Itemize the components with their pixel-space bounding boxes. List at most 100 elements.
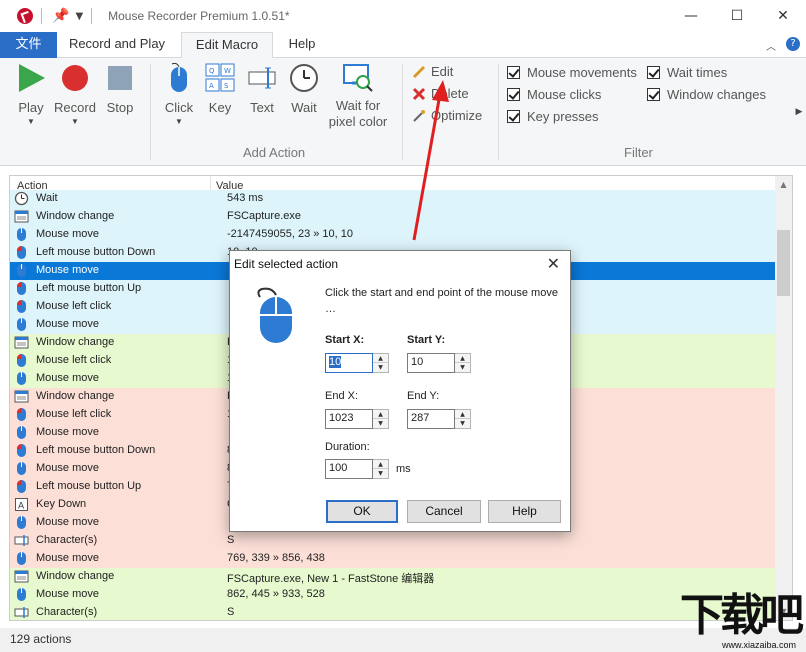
filter-mouse-movements-checkbox[interactable]: Mouse movements xyxy=(507,65,637,80)
record-button[interactable]: Record ▼ xyxy=(53,62,97,126)
edit-button[interactable]: Edit xyxy=(412,64,453,79)
ok-button[interactable]: OK xyxy=(326,500,398,523)
dialog-message: Click the start and end point of the mou… xyxy=(325,285,565,317)
table-row[interactable]: Wait543 ms xyxy=(10,190,776,208)
start-y-input[interactable]: 10 xyxy=(407,353,455,373)
close-icon[interactable]: ✕ xyxy=(547,254,560,274)
collapse-ribbon-icon[interactable]: ︿ xyxy=(766,38,776,53)
start-y-label: Start Y: xyxy=(407,334,445,346)
mouse-icon xyxy=(14,317,29,332)
table-row[interactable]: Mouse move862, 445 » 933, 528 xyxy=(10,586,776,604)
stop-button[interactable]: Stop xyxy=(104,62,136,115)
scrollbar-thumb[interactable] xyxy=(777,230,790,296)
row-value: S xyxy=(227,606,234,618)
mouse-icon xyxy=(14,461,29,476)
play-button[interactable]: Play ▼ xyxy=(14,62,48,126)
add-wait-pixel-button[interactable]: Wait for pixel color xyxy=(326,62,390,130)
ribbon-scroll-right-icon[interactable]: ▶ xyxy=(792,58,806,166)
end-y-spinner[interactable]: 287 ▲▼ xyxy=(407,409,471,429)
filter-mouse-clicks-checkbox[interactable]: Mouse clicks xyxy=(507,87,601,102)
end-x-spinner[interactable]: 1023 ▲▼ xyxy=(325,409,389,429)
close-button[interactable]: ✕ xyxy=(760,0,806,32)
filter-label: Key presses xyxy=(527,109,599,124)
row-action: Window change xyxy=(36,570,114,582)
divider xyxy=(402,64,403,160)
start-y-spinner[interactable]: 10 ▲▼ xyxy=(407,353,471,373)
duration-input[interactable]: 100 xyxy=(325,459,373,479)
stop-label: Stop xyxy=(107,100,134,115)
wait-pixel-label: Wait for pixel color xyxy=(326,98,390,130)
start-x-spinner[interactable]: 10 ▲▼ xyxy=(325,353,389,373)
add-key-button[interactable]: QWAS Key xyxy=(203,62,237,115)
add-click-button[interactable]: Click ▼ xyxy=(162,62,196,126)
end-x-stepper[interactable]: ▲▼ xyxy=(373,409,389,429)
row-action: Mouse move xyxy=(36,426,99,438)
delete-button[interactable]: Delete xyxy=(412,86,469,101)
help-button[interactable]: Help xyxy=(488,500,561,523)
help-icon[interactable]: ? xyxy=(786,37,800,51)
end-y-stepper[interactable]: ▲▼ xyxy=(455,409,471,429)
duration-spinner[interactable]: 100 ▲▼ xyxy=(325,459,389,479)
table-row[interactable]: Character(s)S xyxy=(10,532,776,550)
end-y-input[interactable]: 287 xyxy=(407,409,455,429)
mouse-icon xyxy=(14,587,29,602)
filter-key-presses-checkbox[interactable]: Key presses xyxy=(507,109,599,124)
stepper-up-icon[interactable]: ▲ xyxy=(455,354,470,363)
minimize-button[interactable]: — xyxy=(668,0,714,32)
checkbox-checked xyxy=(647,66,660,79)
add-text-button[interactable]: Text xyxy=(245,62,279,115)
window-icon xyxy=(14,209,29,224)
row-action: Mouse move xyxy=(36,318,99,330)
stepper-down-icon[interactable]: ▼ xyxy=(373,469,388,478)
edit-label: Edit xyxy=(431,64,453,79)
stepper-up-icon[interactable]: ▲ xyxy=(373,460,388,469)
table-row[interactable]: Window changeFSCapture.exe xyxy=(10,208,776,226)
row-action: Window change xyxy=(36,336,114,348)
window-title: Mouse Recorder Premium 1.0.51* xyxy=(108,9,289,23)
window-icon xyxy=(14,569,29,584)
stepper-up-icon[interactable]: ▲ xyxy=(373,354,388,363)
scroll-up-icon[interactable]: ▲ xyxy=(775,176,792,193)
table-row[interactable]: Mouse move769, 339 » 856, 438 xyxy=(10,550,776,568)
mouse-icon xyxy=(252,285,300,345)
start-x-input[interactable]: 10 xyxy=(325,353,373,373)
start-y-stepper[interactable]: ▲▼ xyxy=(455,353,471,373)
stepper-down-icon[interactable]: ▼ xyxy=(373,363,388,372)
text-field-icon xyxy=(246,62,278,94)
filter-label: Window changes xyxy=(667,87,766,102)
mouse-left-icon xyxy=(14,479,29,494)
chevron-down-icon: ▼ xyxy=(14,117,48,126)
app-logo-icon[interactable] xyxy=(17,8,33,24)
stepper-down-icon[interactable]: ▼ xyxy=(373,419,388,428)
filter-window-changes-checkbox[interactable]: Window changes xyxy=(647,87,766,102)
edit-action-dialog: Edit selected action ✕ Click the start a… xyxy=(229,250,571,532)
tab-file[interactable]: 文件 xyxy=(0,32,57,58)
end-x-input[interactable]: 1023 xyxy=(325,409,373,429)
stepper-up-icon[interactable]: ▲ xyxy=(455,410,470,419)
end-y-label: End Y: xyxy=(407,390,439,402)
duration-stepper[interactable]: ▲▼ xyxy=(373,459,389,479)
table-row[interactable]: Character(s)S xyxy=(10,604,776,621)
cancel-button[interactable]: Cancel xyxy=(407,500,481,523)
mouse-icon xyxy=(14,263,29,278)
add-wait-button[interactable]: Wait xyxy=(287,62,321,115)
optimize-button[interactable]: Optimize xyxy=(412,108,482,123)
table-row[interactable]: Mouse move-2147459055, 23 » 10, 10 xyxy=(10,226,776,244)
pin-icon[interactable]: 📌 xyxy=(52,8,69,24)
start-x-stepper[interactable]: ▲▼ xyxy=(373,353,389,373)
mouse-icon xyxy=(14,551,29,566)
maximize-button[interactable]: ☐ xyxy=(714,0,760,32)
tab-help[interactable]: Help xyxy=(280,32,324,58)
table-row[interactable]: Window changeFSCapture.exe, New 1 - Fast… xyxy=(10,568,776,586)
filter-wait-times-checkbox[interactable]: Wait times xyxy=(647,65,727,80)
click-label: Click xyxy=(165,100,193,115)
stepper-up-icon[interactable]: ▲ xyxy=(373,410,388,419)
quick-access-dropdown-icon[interactable]: ▼ xyxy=(75,11,83,22)
mouse-left-icon xyxy=(14,443,29,458)
tab-record-and-play[interactable]: Record and Play xyxy=(60,32,174,58)
dialog-title: Edit selected action xyxy=(234,257,338,271)
vertical-scrollbar[interactable]: ▲ ▼ xyxy=(775,176,792,620)
stepper-down-icon[interactable]: ▼ xyxy=(455,419,470,428)
stepper-down-icon[interactable]: ▼ xyxy=(455,363,470,372)
tab-edit-macro[interactable]: Edit Macro xyxy=(181,32,273,59)
